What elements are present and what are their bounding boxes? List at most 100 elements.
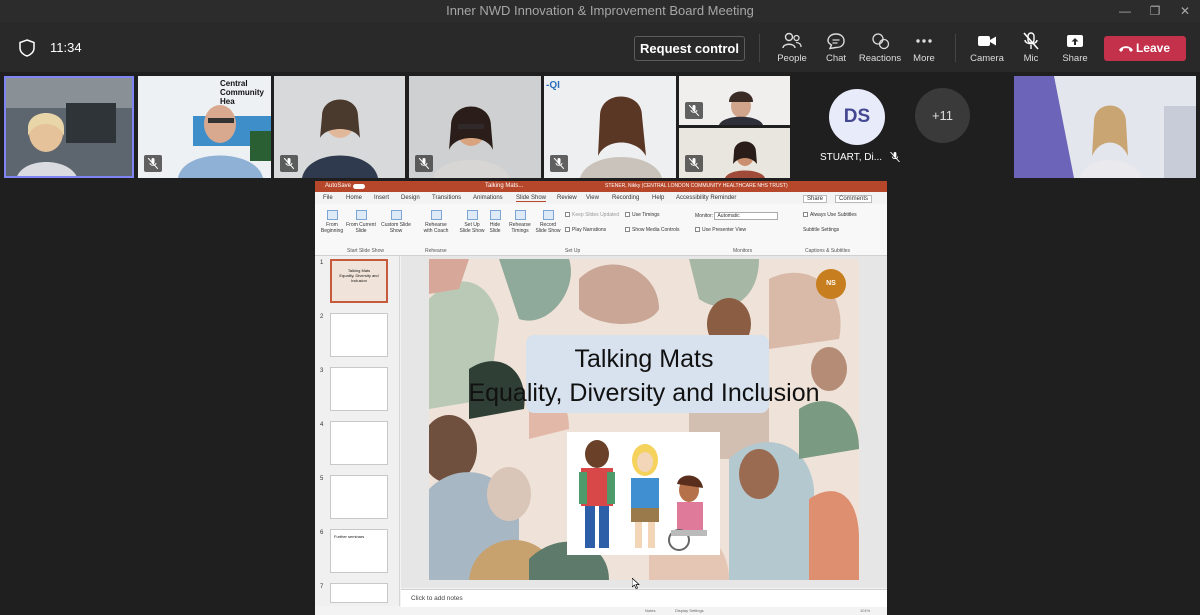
setup-show-button[interactable]: Set Up Slide Show <box>459 210 485 234</box>
meeting-timer: 11:34 <box>50 40 82 55</box>
zoom-level[interactable]: 101% <box>860 608 870 613</box>
mic-button[interactable]: Mic <box>1006 32 1056 64</box>
current-slide[interactable]: Talking Mats Equality, Diversity and Inc… <box>429 259 859 580</box>
slide-thumbnail-4[interactable] <box>330 421 388 465</box>
mic-off-icon <box>419 158 429 169</box>
keep-updated-checkbox[interactable]: Keep Slides Updated <box>565 212 619 218</box>
divider <box>759 34 760 62</box>
participant-tile[interactable] <box>679 128 790 178</box>
slide-thumbnails-pane[interactable]: 1 Talking Mats Equality, Diversity and I… <box>315 256 400 606</box>
muted-indicator <box>550 155 568 172</box>
thumb-number: 1 <box>320 260 324 266</box>
monitor-value: Automatic <box>714 212 779 220</box>
show-media-label: Show Media Controls <box>632 227 680 233</box>
hangup-icon <box>1119 46 1133 52</box>
thumb-number: 5 <box>320 476 324 482</box>
menu-accessibility[interactable]: Accessibility Reminder <box>676 195 736 201</box>
slide-editor[interactable]: Talking Mats Equality, Diversity and Inc… <box>401 256 887 588</box>
slide-thumbnail-2[interactable] <box>330 313 388 357</box>
share-doc-button[interactable]: Share <box>803 195 828 203</box>
participant-tile[interactable]: Central Community Hea <box>138 76 271 178</box>
ppt-status-bar: Notes Display Settings 101% <box>315 607 887 615</box>
participant-tile[interactable] <box>679 76 790 125</box>
notes-toggle[interactable]: Notes <box>645 608 655 613</box>
mic-off-icon <box>689 158 699 169</box>
more-button[interactable]: More <box>899 32 949 64</box>
shield-icon <box>19 39 35 57</box>
play-narrations-checkbox[interactable]: Play Narrations <box>565 227 606 233</box>
rehearse-coach-label: Rehearse with Coach <box>423 222 449 234</box>
show-media-checkbox[interactable]: Show Media Controls <box>625 227 680 233</box>
background-sign-text: -QI <box>546 80 560 91</box>
participant-name: STUART, Di... <box>820 152 900 163</box>
divider <box>955 34 956 62</box>
participant-avatar[interactable]: DS <box>829 89 885 145</box>
display-settings[interactable]: Display Settings <box>675 608 704 613</box>
from-current-button[interactable]: From Current Slide <box>346 210 376 234</box>
shared-screen-powerpoint[interactable]: AutoSave Talking Mats... STENER, Nikky (… <box>315 181 887 615</box>
thumb-text: Equality, Diversity and Inclusion <box>339 273 379 283</box>
mic-off-icon <box>284 158 294 169</box>
menu-review[interactable]: Review <box>557 195 577 201</box>
slide-scrollbar[interactable] <box>880 256 887 588</box>
slide-thumbnail-6[interactable]: Further seminars <box>330 529 388 573</box>
more-participants-button[interactable]: +11 <box>915 88 970 143</box>
custom-show-button[interactable]: Custom Slide Show <box>380 210 412 234</box>
background-sign-text: Community Hea <box>220 88 264 106</box>
slide-thumbnail-1[interactable]: Talking Mats Equality, Diversity and Inc… <box>330 259 388 303</box>
participant-tile[interactable] <box>274 76 405 178</box>
menu-recording[interactable]: Recording <box>612 195 639 201</box>
close-icon[interactable]: ✕ <box>1165 0 1200 22</box>
use-timings-checkbox[interactable]: Use Timings <box>625 212 660 218</box>
monitor-select[interactable]: Monitor: Automatic <box>695 212 779 220</box>
autosave-label: AutoSave <box>325 183 352 189</box>
people-button[interactable]: People <box>767 32 817 64</box>
menu-design[interactable]: Design <box>401 195 420 201</box>
group-label: Start Slide Show <box>347 248 384 254</box>
participant-tile-active-speaker[interactable] <box>4 76 134 178</box>
participant-tile[interactable] <box>1014 76 1196 178</box>
share-button[interactable]: Share <box>1050 32 1100 64</box>
comments-button[interactable]: Comments <box>835 195 873 203</box>
slide-thumbnail-5[interactable] <box>330 475 388 519</box>
chat-icon <box>827 33 845 50</box>
reactions-button[interactable]: Reactions <box>855 32 905 64</box>
hide-slide-button[interactable]: Hide Slide <box>486 210 504 234</box>
subtitle-settings-label: Subtitle Settings <box>803 227 840 233</box>
chat-button[interactable]: Chat <box>811 32 861 64</box>
subtitles-checkbox[interactable]: Always Use Subtitles <box>803 212 857 218</box>
record-show-button[interactable]: Record Slide Show <box>534 210 562 234</box>
camera-button[interactable]: Camera <box>962 32 1012 64</box>
custom-show-label: Custom Slide Show <box>381 222 411 234</box>
slide-thumbnail-3[interactable] <box>330 367 388 411</box>
people-icon <box>782 32 802 49</box>
subtitle-settings-button[interactable]: Subtitle Settings <box>803 227 839 233</box>
ppt-menu-bar: File Home Insert Design Transitions Anim… <box>315 192 887 204</box>
leave-button[interactable]: Leave <box>1104 36 1186 61</box>
group-label: Rehearse <box>425 248 447 254</box>
menu-transitions[interactable]: Transitions <box>432 195 461 201</box>
presenter-view-checkbox[interactable]: Use Presenter View <box>695 227 746 233</box>
mic-off-icon <box>1023 32 1039 50</box>
reactions-label: Reactions <box>858 53 902 64</box>
notes-pane[interactable]: Click to add notes <box>401 589 887 607</box>
menu-slideshow[interactable]: Slide Show <box>516 195 547 202</box>
menu-view[interactable]: View <box>586 195 599 201</box>
participant-tile[interactable]: -QI <box>544 76 676 178</box>
rehearse-coach-button[interactable]: Rehearse with Coach <box>421 210 451 234</box>
menu-file[interactable]: File <box>323 195 333 201</box>
autosave-toggle[interactable] <box>353 184 365 189</box>
mic-off-icon <box>889 152 900 163</box>
slide-thumbnail-7[interactable] <box>330 583 388 603</box>
muted-indicator <box>280 155 298 172</box>
request-control-button[interactable]: Request control <box>634 36 745 61</box>
menu-home[interactable]: Home <box>346 195 362 201</box>
from-beginning-button[interactable]: From Beginning <box>318 210 346 234</box>
mic-off-icon <box>148 158 158 169</box>
rehearse-timings-button[interactable]: Rehearse Timings <box>507 210 533 234</box>
leave-label: Leave <box>1135 41 1170 55</box>
menu-insert[interactable]: Insert <box>374 195 389 201</box>
menu-animations[interactable]: Animations <box>473 195 503 201</box>
participant-tile[interactable] <box>409 76 541 178</box>
menu-help[interactable]: Help <box>652 195 664 201</box>
